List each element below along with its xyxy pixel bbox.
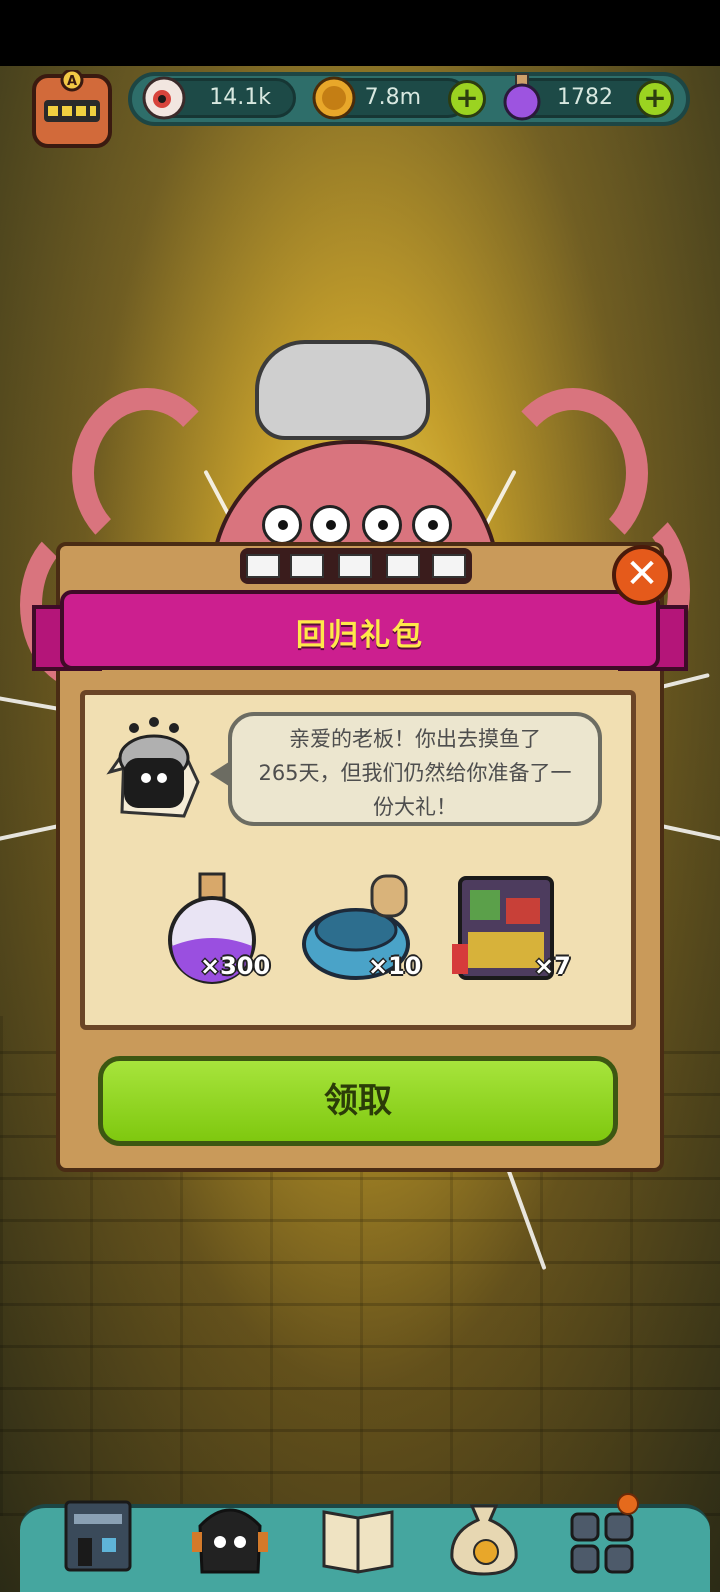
dialog-title: 回归礼包 <box>296 618 424 653</box>
book-icon[interactable] <box>320 1492 396 1576</box>
grid-menu-icon[interactable] <box>566 1492 642 1576</box>
close-button[interactable]: ✕ <box>612 545 672 605</box>
octopus-tooth <box>290 554 324 578</box>
avatar-badge: A <box>67 74 77 89</box>
message-line-1: 亲爱的老板！你出去摸鱼了 <box>289 727 541 751</box>
claim-button[interactable]: 领取 <box>98 1056 618 1146</box>
dialog-message: 亲爱的老板！你出去摸鱼了 265天，但我们仍然给你准备了一 份大礼！ <box>232 722 598 824</box>
octopus-eye <box>362 505 402 545</box>
monster-icon[interactable] <box>192 1492 268 1576</box>
chef-hat <box>255 340 430 440</box>
octopus-eye <box>310 505 350 545</box>
potions-value: 1782 <box>557 85 613 110</box>
coins-value: 7.8m <box>364 85 421 110</box>
eyeball-icon <box>142 76 186 120</box>
octopus-tooth <box>246 554 280 578</box>
eyes-value: 14.1k <box>209 85 271 110</box>
reward-quantity-pot: ×10 <box>368 952 422 980</box>
octopus-tooth <box>386 554 420 578</box>
building-icon[interactable] <box>60 1492 136 1576</box>
octopus-tooth <box>338 554 372 578</box>
message-line-3: 份大礼！ <box>373 795 457 819</box>
octopus-eye <box>412 505 452 545</box>
gold-coin-icon <box>312 76 356 120</box>
close-icon: ✕ <box>625 551 659 597</box>
money-bag-icon[interactable] <box>446 1492 522 1576</box>
add-potions-button[interactable]: + <box>636 80 674 118</box>
reward-quantity-potion: ×300 <box>200 952 271 980</box>
octopus-eye <box>262 505 302 545</box>
message-line-2: 265天，但我们仍然给你准备了一 <box>258 761 572 785</box>
status-bar <box>0 0 720 66</box>
octopus-tooth <box>432 554 466 578</box>
add-coins-button[interactable]: + <box>448 80 486 118</box>
purple-potion-icon <box>503 73 541 121</box>
manager-npc-icon <box>106 717 200 818</box>
reward-quantity-chest: ×7 <box>534 952 571 980</box>
avatar[interactable]: A <box>16 70 128 150</box>
